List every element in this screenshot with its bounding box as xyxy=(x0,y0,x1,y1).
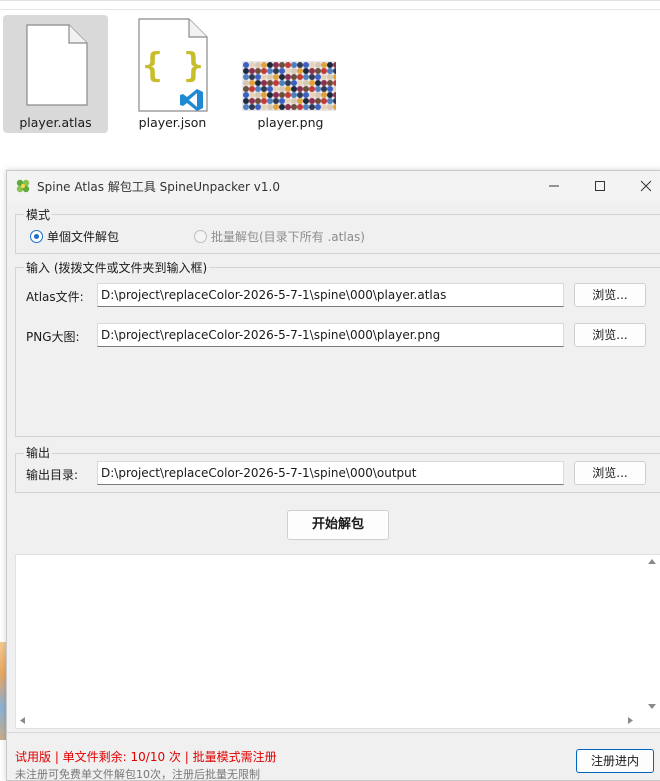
output-legend: 输出 xyxy=(24,444,53,461)
browse-atlas-button[interactable]: 浏览... xyxy=(574,283,646,307)
png-path-input[interactable]: D:\project\replaceColor-2026-5-7-1\spine… xyxy=(97,323,564,347)
file-name: player.json xyxy=(138,115,207,130)
file-item-atlas[interactable]: player.atlas xyxy=(3,15,108,133)
maximize-button[interactable] xyxy=(577,171,623,201)
png-label: PNG大图: xyxy=(26,330,80,344)
explorer-divider xyxy=(0,9,660,10)
scroll-arrows-icon xyxy=(648,559,656,709)
title-bar[interactable]: Spine Atlas 解包工具 SpineUnpacker v1.0 xyxy=(7,171,660,201)
minimize-icon xyxy=(549,185,559,187)
scroll-corner xyxy=(644,713,660,728)
close-icon xyxy=(640,180,652,192)
start-unpack-button[interactable]: 开始解包 xyxy=(287,510,389,540)
close-button[interactable] xyxy=(623,171,660,201)
browse-png-button[interactable]: 浏览... xyxy=(574,323,646,347)
output-dir-input[interactable]: D:\project\replaceColor-2026-5-7-1\spine… xyxy=(97,461,564,485)
browse-output-button[interactable]: 浏览... xyxy=(574,461,646,485)
radio-label: 单個文件解包 xyxy=(47,230,120,244)
minimize-button[interactable] xyxy=(531,171,577,201)
app-window: Spine Atlas 解包工具 SpineUnpacker v1.0 模式 单… xyxy=(6,170,660,781)
radio-dot xyxy=(30,230,43,243)
file-item-json[interactable]: { } player.json xyxy=(120,15,225,133)
radio-dot xyxy=(194,230,207,243)
atlas-path-input[interactable]: D:\project\replaceColor-2026-5-7-1\spine… xyxy=(97,283,564,307)
register-button[interactable]: 注册进内 xyxy=(576,749,654,773)
file-explorer: player.atlas { } player.json player.png xyxy=(0,0,660,170)
file-name: player.png xyxy=(257,115,324,130)
trial-status-text: 试用版 | 单文件剩余: 10/10 次 | 批量模式需注册 xyxy=(15,750,277,764)
radio-label: 批量解包(目录下所有 .atlas) xyxy=(211,230,365,244)
image-thumbnail xyxy=(242,61,336,111)
puzzle-app-icon xyxy=(16,179,30,193)
document-icon xyxy=(26,24,88,106)
svg-text:{ }: { } xyxy=(142,46,203,86)
radio-batch[interactable]: 批量解包(目录下所有 .atlas) xyxy=(194,228,365,245)
mode-legend: 模式 xyxy=(24,206,53,223)
output-dir-label: 输出目录: xyxy=(26,468,79,482)
json-vscode-icon: { } xyxy=(138,18,208,112)
horizontal-scrollbar[interactable] xyxy=(16,713,646,728)
hscroll-arrows-icon xyxy=(20,717,633,724)
window-title: Spine Atlas 解包工具 SpineUnpacker v1.0 xyxy=(37,180,280,194)
status-divider xyxy=(7,732,660,733)
maximize-icon xyxy=(595,181,605,191)
thumbnail-sprite xyxy=(333,104,336,110)
trial-hint-text: 未注册可免费单文件解包10次，注册后批量无限制 xyxy=(15,768,260,781)
input-legend: 输入 (拨拨文件或文件夹到输入框) xyxy=(24,259,210,276)
file-name: player.atlas xyxy=(19,115,92,130)
log-output-area[interactable] xyxy=(15,554,660,729)
radio-single-file[interactable]: 单個文件解包 xyxy=(30,228,119,245)
vertical-scrollbar[interactable] xyxy=(644,555,660,715)
atlas-label: Atlas文件: xyxy=(26,290,84,304)
